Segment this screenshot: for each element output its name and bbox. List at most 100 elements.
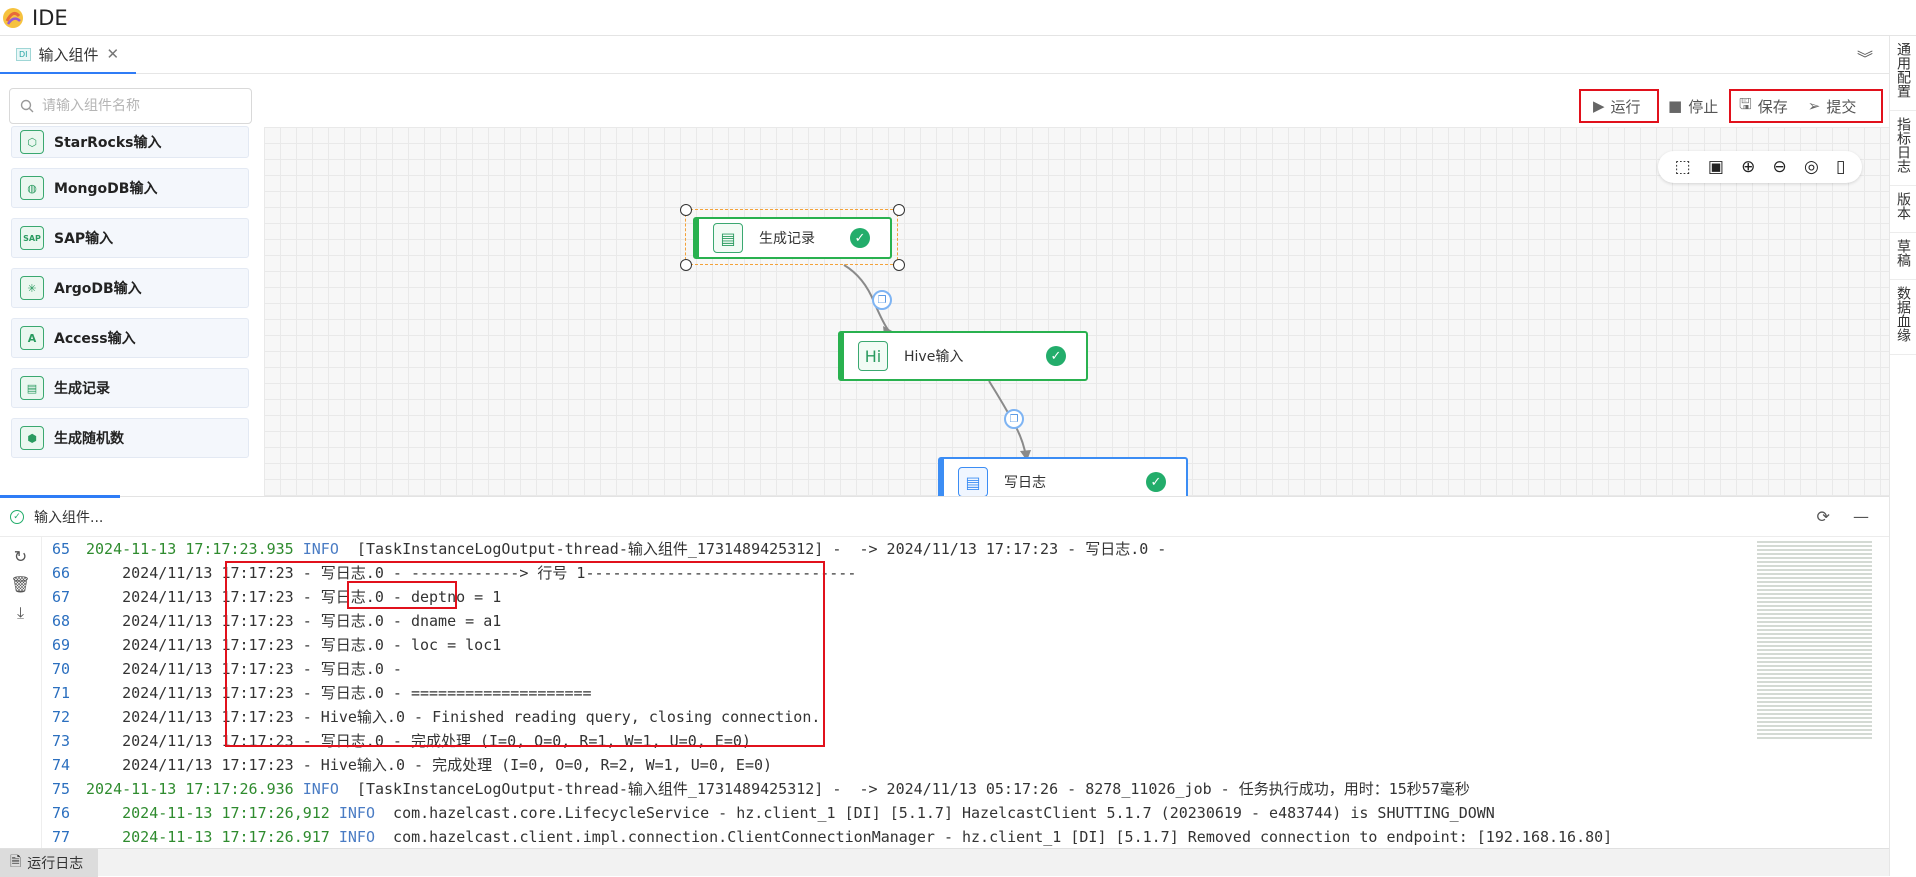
component-label: 生成记录 bbox=[54, 381, 110, 397]
log-line: 65 2024-11-13 17:17:23.935 INFO [TaskInst… bbox=[51, 540, 1167, 558]
stop-label: 停止 bbox=[1688, 97, 1719, 116]
run-label: 运行 bbox=[1610, 97, 1641, 116]
save-icon[interactable]: 🖫 bbox=[1739, 94, 1752, 119]
status-bar: 🗎 运行日志 bbox=[0, 848, 1889, 877]
sap-icon: SAP bbox=[20, 226, 44, 250]
chevron-double-down-icon[interactable]: ︾ bbox=[1857, 45, 1873, 69]
tab-bar: DI 输入组件 ✕ ︾ bbox=[0, 36, 1889, 74]
close-icon[interactable]: ✕ bbox=[107, 45, 120, 63]
component-item-random-number[interactable]: ⬢ 生成随机数 bbox=[11, 418, 249, 458]
component-item-starrocks[interactable]: ⬡ StarRocks输入 bbox=[11, 126, 249, 158]
log-line: 77 2024-11-13 17:17:26.917 INFO com.haze… bbox=[51, 828, 1613, 846]
stop-icon: ■ bbox=[1668, 97, 1683, 115]
download-icon[interactable]: ⤓ bbox=[17, 603, 24, 623]
resize-handle[interactable] bbox=[893, 204, 905, 216]
stop-button[interactable]: ■ 停止 bbox=[1668, 89, 1728, 123]
component-item-access[interactable]: A Access输入 bbox=[11, 318, 249, 358]
node-write-log[interactable]: ▤ 写日志 ✓ bbox=[938, 457, 1188, 496]
flow-connectors bbox=[843, 264, 1031, 461]
log-title: 输入组件... bbox=[34, 509, 104, 526]
component-label: StarRocks输入 bbox=[54, 135, 162, 151]
write-log-icon: ▤ bbox=[958, 467, 988, 496]
active-indicator bbox=[0, 495, 120, 498]
log-header: ✓ 输入组件... ⟳ — bbox=[0, 495, 1889, 537]
node-label: Hive输入 bbox=[904, 349, 964, 365]
save-button[interactable]: 保存 bbox=[1758, 96, 1788, 117]
zoom-in-icon[interactable]: ⊕ bbox=[1741, 157, 1755, 177]
node-hive-input[interactable]: Hi Hive输入 ✓ bbox=[838, 331, 1088, 381]
select-icon[interactable]: ⬚ bbox=[1675, 157, 1691, 177]
log-panel: ✓ 输入组件... ⟳ — ↻ 🗑 ⤓ 65 2024-11-13 17:17:2… bbox=[0, 495, 1889, 849]
component-item-argodb[interactable]: ✳ ArgoDB输入 bbox=[11, 268, 249, 308]
generate-record-icon: ▤ bbox=[713, 223, 743, 253]
title-bar: IDE bbox=[0, 0, 1916, 36]
reload-icon[interactable]: ↻ bbox=[14, 547, 27, 566]
check-icon: ✓ bbox=[850, 228, 870, 248]
search-box bbox=[9, 88, 252, 124]
random-number-icon: ⬢ bbox=[20, 426, 44, 450]
component-sidebar: ⬡ StarRocks输入 ◍ MongoDB输入 SAP SAP输入 ✳ Ar… bbox=[0, 75, 262, 496]
minimize-icon[interactable]: — bbox=[1853, 507, 1869, 526]
refresh-icon[interactable]: ⟳ bbox=[1817, 507, 1830, 526]
mongodb-icon: ◍ bbox=[20, 176, 44, 200]
search-icon bbox=[20, 99, 34, 113]
submit-button[interactable]: 提交 bbox=[1826, 96, 1856, 117]
copy-connector-icon[interactable]: ❐ bbox=[872, 290, 892, 310]
component-label: ArgoDB输入 bbox=[54, 281, 142, 297]
rightbar-metric-log[interactable]: 指标日志 bbox=[1890, 111, 1916, 186]
log-line: 74 2024/11/13 17:17:23 - Hive输入.0 - 完成处理… bbox=[51, 756, 773, 774]
log-header-buttons: ⟳ — bbox=[1817, 507, 1870, 526]
rightbar-general-config[interactable]: 通用配置 bbox=[1890, 36, 1916, 111]
component-list: ⬡ StarRocks输入 ◍ MongoDB输入 SAP SAP输入 ✳ Ar… bbox=[11, 126, 249, 468]
rightbar-label: 版本 bbox=[1895, 192, 1911, 220]
component-item-mongodb[interactable]: ◍ MongoDB输入 bbox=[11, 168, 249, 208]
component-item-sap[interactable]: SAP SAP输入 bbox=[11, 218, 249, 258]
rightbar-label: 通用配置 bbox=[1895, 42, 1911, 98]
node-label: 生成记录 bbox=[759, 231, 815, 247]
save-submit-group: 🖫 保存 ➢ 提交 bbox=[1729, 89, 1883, 123]
bookmark-icon[interactable]: ▯ bbox=[1836, 157, 1845, 177]
component-label: 生成随机数 bbox=[54, 431, 124, 447]
node-generate-record[interactable]: ▤ 生成记录 ✓ bbox=[693, 217, 892, 259]
highlight-box bbox=[225, 561, 825, 747]
copy-connector-icon[interactable]: ❐ bbox=[1004, 409, 1024, 429]
rightbar-version[interactable]: 版本 bbox=[1890, 186, 1916, 233]
fit-icon[interactable]: ▣ bbox=[1708, 157, 1724, 177]
argodb-icon: ✳ bbox=[20, 276, 44, 300]
resize-handle[interactable] bbox=[680, 204, 692, 216]
log-minimap[interactable] bbox=[1757, 541, 1872, 741]
resize-handle[interactable] bbox=[893, 259, 905, 271]
di-icon: DI bbox=[16, 47, 31, 61]
component-label: MongoDB输入 bbox=[54, 181, 158, 197]
component-item-generate-record[interactable]: ▤ 生成记录 bbox=[11, 368, 249, 408]
run-log-tab[interactable]: 🗎 运行日志 bbox=[0, 849, 98, 877]
flow-canvas[interactable]: ❐ ❐ ▤ 生成记录 ✓ Hi Hive输入 ✓ ▤ 写日志 ✓ bbox=[264, 127, 1889, 496]
highlight-box bbox=[347, 581, 457, 609]
access-icon: A bbox=[20, 326, 44, 350]
starrocks-icon: ⬡ bbox=[20, 130, 44, 154]
node-label: 写日志 bbox=[1004, 475, 1046, 491]
log-line: 76 2024-11-13 17:17:26,912 INFO com.haze… bbox=[51, 804, 1495, 822]
log-content[interactable]: 65 2024-11-13 17:17:23.935 INFO [TaskInst… bbox=[42, 537, 1752, 849]
rightbar-data-lineage[interactable]: 数据血缘 bbox=[1890, 280, 1916, 355]
rightbar-label: 数据血缘 bbox=[1895, 286, 1911, 342]
log-line: 75 2024-11-13 17:17:26.936 INFO [TaskInst… bbox=[51, 780, 1470, 798]
search-input[interactable] bbox=[42, 98, 232, 114]
check-icon: ✓ bbox=[1146, 472, 1166, 492]
send-icon[interactable]: ➢ bbox=[1808, 97, 1821, 115]
rightbar-draft[interactable]: 草稿 bbox=[1890, 233, 1916, 280]
log-side-actions: ↻ 🗑 ⤓ bbox=[0, 537, 42, 849]
resize-handle[interactable] bbox=[680, 259, 692, 271]
log-file-icon: 🗎 bbox=[10, 854, 22, 870]
canvas-toolbar: ▶ 运行 ■ 停止 🖫 保存 ➢ 提交 bbox=[264, 75, 1889, 127]
play-icon: ▶ bbox=[1593, 97, 1605, 115]
tab-input-component[interactable]: DI 输入组件 ✕ bbox=[0, 36, 136, 74]
zoom-out-icon[interactable]: ⊖ bbox=[1773, 157, 1787, 177]
component-label: Access输入 bbox=[54, 331, 136, 347]
locate-icon[interactable]: ◎ bbox=[1804, 157, 1819, 177]
run-button[interactable]: ▶ 运行 bbox=[1579, 89, 1659, 123]
rightbar-label: 草稿 bbox=[1895, 239, 1911, 267]
trash-icon[interactable]: 🗑 bbox=[10, 575, 30, 594]
check-icon: ✓ bbox=[1046, 346, 1066, 366]
hive-icon: Hi bbox=[858, 341, 888, 371]
